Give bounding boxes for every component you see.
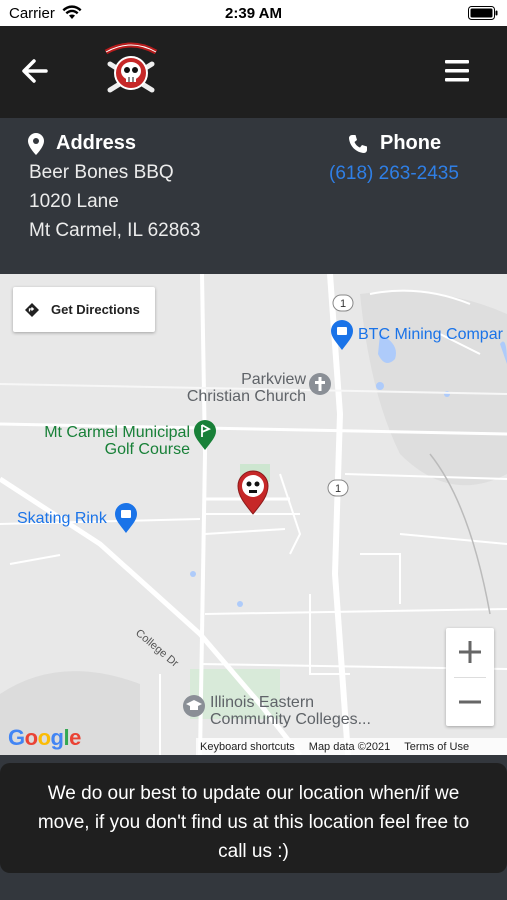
poi-label-golf-course[interactable]: Mt Carmel Municipal Golf Course xyxy=(30,424,190,458)
route-shield-label: 1 xyxy=(335,483,341,495)
map-attribution: Keyboard shortcuts Map data ©2021 Terms … xyxy=(196,738,507,755)
route-shield-1-south: 1 xyxy=(327,479,349,497)
logo-skull-icon[interactable] xyxy=(100,40,162,102)
poi-label-parkview-church[interactable]: Parkview Christian Church xyxy=(178,371,306,405)
map-data-credit: Map data ©2021 xyxy=(308,740,391,753)
zoom-in-button[interactable] xyxy=(446,628,494,676)
terms-of-use-link[interactable]: Terms of Use xyxy=(404,741,469,753)
map-pin-icon xyxy=(28,132,44,155)
clock: 2:39 AM xyxy=(225,5,282,22)
college-poi-icon[interactable] xyxy=(183,695,205,717)
address-line-city: Mt Carmel, IL 62863 xyxy=(29,220,201,241)
google-logo: Google xyxy=(8,725,81,750)
zoom-controls xyxy=(446,628,494,726)
hamburger-menu-icon[interactable] xyxy=(443,56,473,86)
phone-label: Phone xyxy=(380,132,442,154)
battery-icon xyxy=(468,6,498,20)
route-shield-label: 1 xyxy=(340,298,346,310)
address-line-name: Beer Bones BBQ xyxy=(29,162,174,183)
poi-label-btc-mining[interactable]: BTC Mining Compar xyxy=(358,326,503,343)
map-view[interactable]: 1 1 College Dr Get Directions BTC Mining… xyxy=(0,274,507,755)
get-directions-label: Get Directions xyxy=(51,302,140,317)
arrow-left-icon[interactable] xyxy=(18,54,52,88)
church-poi-icon[interactable] xyxy=(309,373,331,395)
location-notice: We do our best to update our location wh… xyxy=(0,763,507,873)
poi-label-college[interactable]: Illinois Eastern Community Colleges... xyxy=(210,694,371,728)
app-header xyxy=(0,26,507,118)
address-line-street: 1020 Lane xyxy=(29,191,119,212)
address-heading: Address xyxy=(28,132,136,155)
phone-icon xyxy=(349,134,367,153)
address-label: Address xyxy=(56,132,137,154)
location-info: Address Beer Bones BBQ 1020 Lane Mt Carm… xyxy=(0,118,507,274)
phone-number-link[interactable]: (618) 263-2435 xyxy=(329,163,459,185)
phone-heading: Phone xyxy=(348,132,441,155)
poi-label-skating-rink[interactable]: Skating Rink xyxy=(17,510,107,527)
status-bar: Carrier 2:39 AM xyxy=(0,0,507,26)
route-shield-1-north: 1 xyxy=(332,294,354,312)
directions-diamond-icon xyxy=(25,302,39,317)
zoom-out-button[interactable] xyxy=(446,678,494,726)
keyboard-shortcuts-link[interactable]: Keyboard shortcuts xyxy=(200,741,295,753)
get-directions-button[interactable]: Get Directions xyxy=(13,287,155,332)
